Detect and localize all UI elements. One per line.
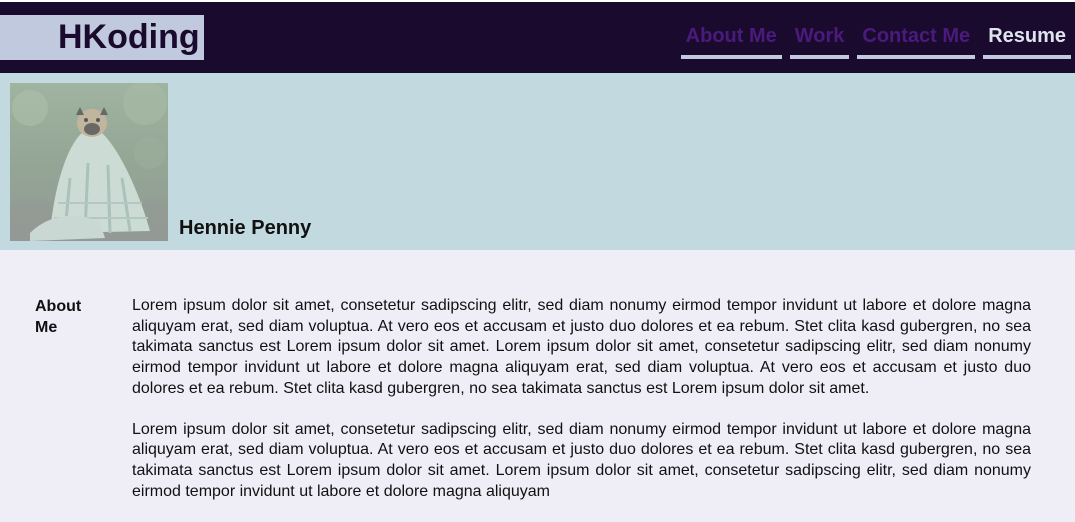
nav-link-resume[interactable]: Resume [983, 22, 1071, 59]
about-heading: About Me [35, 298, 82, 336]
profile-photo [10, 83, 168, 241]
nav-link-contact-me[interactable]: Contact Me [857, 22, 976, 59]
profile-name: Hennie Penny [179, 217, 312, 239]
site-logo[interactable]: HKoding [0, 15, 204, 60]
nav-link-work[interactable]: Work [789, 22, 850, 59]
nav-links: About Me Work Contact Me Resume [680, 22, 1071, 59]
pug-in-blanket-photo-icon [10, 83, 168, 241]
about-paragraph: Lorem ipsum dolor sit amet, consetetur s… [132, 420, 1031, 500]
about-content: Lorem ipsum dolor sit amet, consetetur s… [132, 296, 1031, 522]
hero-banner: Hennie Penny [0, 73, 1075, 250]
nav-link-about-me[interactable]: About Me [680, 22, 782, 59]
about-paragraph: Lorem ipsum dolor sit amet, consetetur s… [132, 297, 1031, 397]
navbar: HKoding About Me Work Contact Me Resume [0, 2, 1075, 73]
